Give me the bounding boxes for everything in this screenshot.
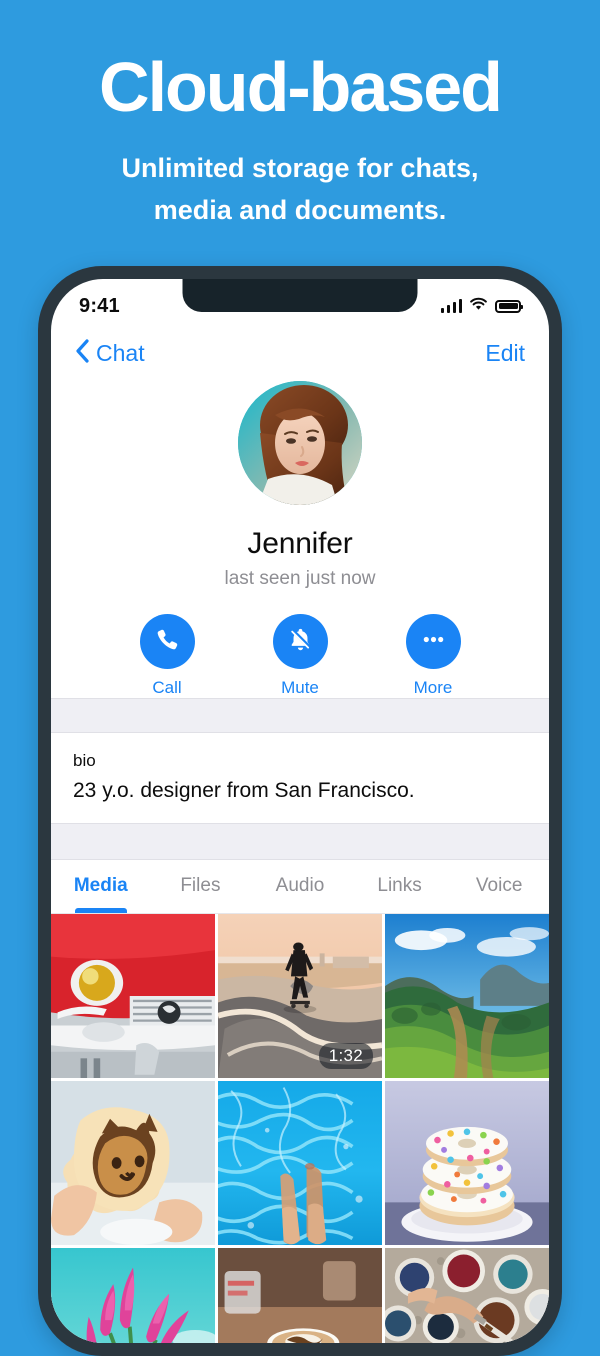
media-grid: 1:32 [51,914,549,1343]
video-duration-badge: 1:32 [319,1043,373,1069]
avatar[interactable] [238,381,362,505]
chevron-left-icon [75,339,89,368]
call-button-label: Call [132,678,202,698]
tab-voice[interactable]: Voice [449,860,549,913]
navigation-bar: Chat Edit [51,327,549,379]
section-separator-bottom [51,823,549,860]
bio-label: bio [73,747,527,774]
profile-actions: Call Mute [51,614,549,698]
bell-slash-icon [287,626,314,658]
tab-audio[interactable]: Audio [250,860,350,913]
media-item-cat-face-toast[interactable] [51,1081,215,1245]
media-item-paint-buckets[interactable] [385,1248,549,1343]
more-button-label: More [398,678,468,698]
mute-button-label: Mute [265,678,335,698]
phone-mockup: 9:41 [38,266,562,1356]
tab-files[interactable]: Files [151,860,251,913]
edit-button[interactable]: Edit [485,340,525,367]
media-item-green-hills-landscape[interactable] [385,914,549,1078]
profile-status: last seen just now [51,568,549,590]
more-button-circle [406,614,461,669]
status-bar-time: 9:41 [79,295,120,318]
media-tabs: Media Files Audio Links Voice [51,860,549,914]
tab-media[interactable]: Media [51,860,151,913]
media-item-sprinkle-donuts[interactable] [385,1081,549,1245]
phone-notch [183,279,418,312]
back-button[interactable]: Chat [75,339,145,368]
call-button-circle [140,614,195,669]
call-button[interactable]: Call [132,614,202,698]
media-item-yellow-coffee-cup[interactable] [218,1248,382,1343]
phone-icon [154,626,181,658]
phone-screen: 9:41 [51,279,549,1343]
tab-links[interactable]: Links [350,860,450,913]
battery-icon [495,300,521,313]
media-item-red-classic-car[interactable] [51,914,215,1078]
mute-button-circle [273,614,328,669]
promo-subtitle: Unlimited storage for chats, media and d… [0,148,600,232]
wifi-icon [469,297,488,316]
bio-text: 23 y.o. designer from San Francisco. [73,775,527,807]
promo-subtitle-line-1: Unlimited storage for chats, [0,148,600,190]
profile-section: Jennifer last seen just now Call [51,379,549,698]
promo-subtitle-line-2: media and documents. [0,190,600,232]
promo-title: Cloud-based [0,52,600,122]
signal-bars-icon [441,299,463,313]
bio-section[interactable]: bio 23 y.o. designer from San Francisco. [51,733,549,823]
promo-header: Cloud-based Unlimited storage for chats,… [0,0,600,232]
back-button-label: Chat [96,340,145,367]
more-button[interactable]: More [398,614,468,698]
profile-name: Jennifer [51,527,549,561]
media-item-legs-in-pool[interactable] [218,1081,382,1245]
ellipsis-icon [420,626,447,658]
media-item-pink-flowers-sky[interactable] [51,1248,215,1343]
mute-button[interactable]: Mute [265,614,335,698]
status-bar-icons [441,297,522,316]
section-separator-top [51,698,549,733]
media-item-skateboarder-sunset[interactable]: 1:32 [218,914,382,1078]
